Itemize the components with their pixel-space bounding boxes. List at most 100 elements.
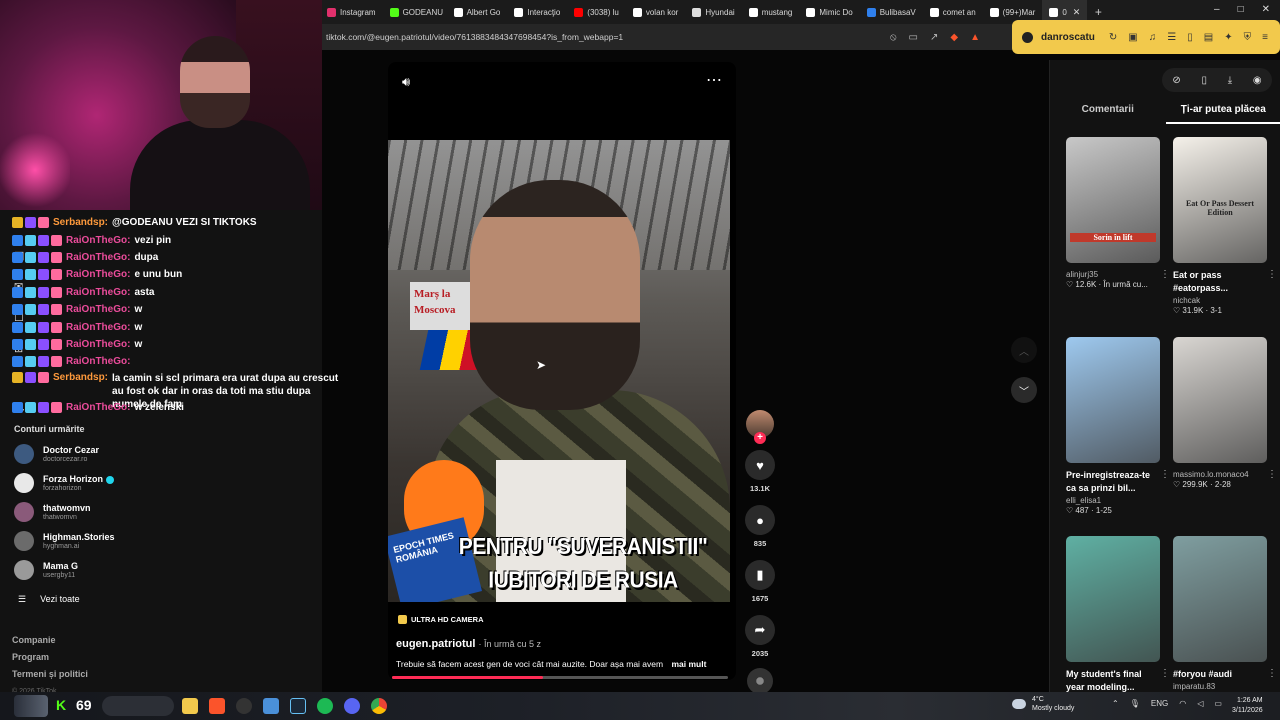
steam-icon[interactable] <box>290 698 306 714</box>
microphone-icon[interactable]: 🎙︎ <box>1130 699 1140 708</box>
minimize-button[interactable]: – <box>1214 4 1220 15</box>
video-author[interactable]: eugen.patriotul · În urmă cu 5 z <box>396 638 541 650</box>
brave-rewards-icon[interactable]: ▲ <box>970 32 980 43</box>
browser-tab[interactable]: Interacţio <box>507 0 567 24</box>
browser-tab[interactable]: volan kor <box>626 0 685 24</box>
sync-icon[interactable]: ↻ <box>1109 32 1117 43</box>
chat-username[interactable]: RaiOnTheGo: <box>66 339 130 350</box>
more-link[interactable]: mai mult <box>671 659 706 669</box>
taskbar-search[interactable] <box>102 696 174 716</box>
followed-account[interactable]: Mama Gusergby11 <box>14 560 78 580</box>
music-icon[interactable]: ♫ <box>1149 32 1157 43</box>
menu-icon[interactable]: ≡ <box>1262 32 1268 43</box>
save-action[interactable]: ▮ 1675 <box>744 560 776 603</box>
wifi-icon[interactable]: ◠ <box>1179 699 1186 708</box>
discord-icon[interactable] <box>344 698 360 714</box>
card-menu-icon[interactable]: ⋮ <box>1160 668 1170 679</box>
card-author[interactable]: alinjurj35 <box>1066 270 1162 279</box>
new-tab-button[interactable]: + <box>1087 5 1109 19</box>
card-title[interactable]: #foryou #audi <box>1173 668 1269 681</box>
share-action[interactable]: ➦ 2035 <box>744 615 776 658</box>
card-menu-icon[interactable]: ⋮ <box>1267 668 1277 679</box>
obs-icon[interactable] <box>236 698 252 714</box>
close-window-button[interactable]: ✕ <box>1262 4 1270 15</box>
autoscroll-icon[interactable]: ⊘ <box>1172 75 1180 86</box>
language-indicator[interactable]: ENG <box>1151 699 1168 708</box>
card-author[interactable]: elli_elisa1 <box>1066 496 1162 505</box>
recommended-video-card[interactable]: Eat Or Pass Dessert Edition Eat or pass #… <box>1173 137 1277 315</box>
previous-video-button[interactable]: ︿ <box>1011 337 1037 363</box>
video-thumbnail[interactable]: Eat Or Pass Dessert Edition <box>1173 137 1267 263</box>
followed-account[interactable]: Forza Horizon forzahorizon <box>14 473 114 493</box>
browser-tab[interactable]: comet an <box>923 0 983 24</box>
tab-you-may-like[interactable]: Ți-ar putea plăcea <box>1165 104 1280 124</box>
video-thumbnail[interactable] <box>1066 536 1160 662</box>
recommended-video-card[interactable]: Pre-inregistreaza-te ca sa prinzi bil...… <box>1066 337 1170 515</box>
like-action[interactable]: ♥ 13.1K <box>744 450 776 493</box>
extensions-icon[interactable]: ✦ <box>1224 32 1232 43</box>
avatar-icon[interactable]: ◉ <box>1253 75 1262 86</box>
followed-account[interactable]: Doctor Cezar doctorcezar.ro <box>14 444 99 464</box>
card-menu-icon[interactable]: ⋮ <box>1267 269 1277 280</box>
author-name[interactable]: eugen.patriotul <box>396 638 475 650</box>
tray-chevron-icon[interactable]: ⌃ <box>1112 699 1119 708</box>
chat-username[interactable]: RaiOnTheGo: <box>66 287 130 298</box>
followed-account[interactable]: thatwomvn thatwomvn <box>14 502 91 522</box>
brave-shield-icon[interactable]: ◆ <box>950 32 958 43</box>
next-video-button[interactable]: ﹀ <box>1011 377 1037 403</box>
phone-icon[interactable]: ▯ <box>1201 75 1207 86</box>
recommended-video-card[interactable]: Sorin în lift alinjurj35 ♡ 12.6K · În urmă… <box>1066 137 1170 289</box>
card-author[interactable]: massimo.lo.monaco4 <box>1173 470 1269 479</box>
browser-tab[interactable]: Mimic Do <box>799 0 859 24</box>
share-arrow-icon[interactable]: ➦ <box>745 615 775 645</box>
sidebar-icon[interactable]: ▯ <box>1187 32 1193 43</box>
speaker-icon[interactable]: ◁ <box>1197 699 1203 708</box>
chat-username[interactable]: RaiOnTheGo: <box>66 235 130 246</box>
volume-icon[interactable]: 🔊︎ <box>402 74 410 90</box>
maximize-button[interactable]: □ <box>1238 4 1244 15</box>
music-disc-icon[interactable] <box>747 668 773 694</box>
video-progress[interactable] <box>392 676 728 679</box>
chrome-icon[interactable] <box>371 698 387 714</box>
browser-tab[interactable]: Albert Go <box>447 0 508 24</box>
card-title[interactable]: My student's final year modeling... <box>1066 668 1162 694</box>
comment-action[interactable]: ● 835 <box>744 505 776 548</box>
card-title[interactable]: Eat or pass #eatorpass... <box>1173 269 1269 295</box>
card-author[interactable]: imparatu.83 <box>1173 682 1269 691</box>
tab-comments[interactable]: Comentarii <box>1050 104 1166 124</box>
more-options-icon[interactable]: ⋯ <box>706 70 722 90</box>
cast-icon[interactable]: ▭ <box>909 32 918 43</box>
heart-icon[interactable]: ♥ <box>745 450 775 480</box>
comment-icon[interactable]: ● <box>745 505 775 535</box>
wallet-icon[interactable]: ▤ <box>1204 32 1213 43</box>
followed-account[interactable]: Highman.Stories hyghman.ai <box>14 531 115 551</box>
card-menu-icon[interactable]: ⋮ <box>1160 269 1170 280</box>
chat-username[interactable]: Serbandsp: <box>53 372 108 383</box>
card-author[interactable]: nichcak <box>1173 296 1269 305</box>
recommended-video-card[interactable]: My student's final year modeling... ⋮ <box>1066 536 1170 694</box>
vpn-icon[interactable]: ⛨ <box>1244 32 1252 43</box>
follow-plus-icon[interactable]: + <box>754 432 766 444</box>
chat-username[interactable]: RaiOnTheGo: <box>66 402 130 413</box>
video-thumbnail[interactable]: Sorin în lift <box>1066 137 1160 263</box>
browser-tab[interactable]: (3038) lu <box>567 0 626 24</box>
chat-username[interactable]: RaiOnTheGo: <box>66 322 130 333</box>
video-thumbnail[interactable] <box>1173 536 1267 662</box>
chat-username[interactable]: Serbandsp: <box>53 217 108 228</box>
card-menu-icon[interactable]: ⋮ <box>1267 469 1277 480</box>
browser-tab[interactable]: Hyundai <box>685 0 741 24</box>
video-thumbnail[interactable] <box>1173 337 1267 463</box>
browser-tab[interactable]: mustang <box>742 0 800 24</box>
browser-tab[interactable]: BulibasaV <box>860 0 923 24</box>
recommended-video-card[interactable]: #foryou #audi imparatu.83 ⋮ <box>1173 536 1277 691</box>
video-frame[interactable]: Marș la Moscova EPOCH TIMES ROMÂNIA PENT… <box>388 140 730 602</box>
weather-widget[interactable]: 4°C Mostly cloudy <box>1012 695 1074 713</box>
browser-tab[interactable]: Instagram <box>320 0 383 24</box>
file-explorer-icon[interactable] <box>182 698 198 714</box>
tabs-icon[interactable]: ▣ <box>1128 32 1137 43</box>
download-icon[interactable]: ⤓ <box>1228 75 1232 86</box>
card-menu-icon[interactable]: ⋮ <box>1160 469 1170 480</box>
video-thumbnail[interactable] <box>1066 337 1160 463</box>
chat-username[interactable]: RaiOnTheGo: <box>66 304 130 315</box>
footer-link-program[interactable]: Program <box>12 649 88 666</box>
